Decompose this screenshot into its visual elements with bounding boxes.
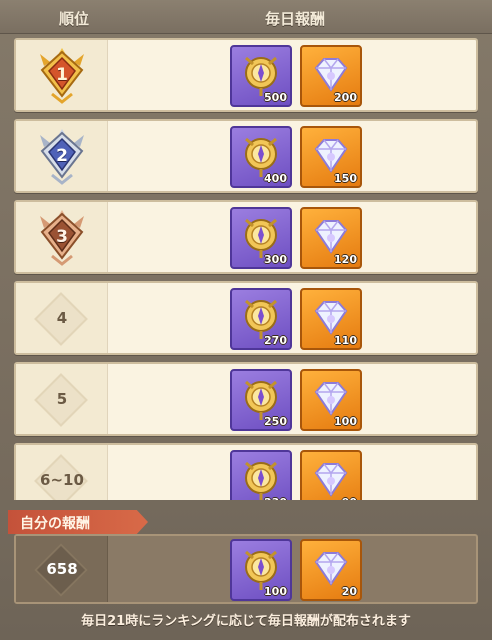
diamond-gem-item[interactable]: 200: [300, 45, 362, 107]
reward-row-rank-6-10: 6~10 230 90: [14, 443, 478, 500]
compass-token-item[interactable]: 400: [230, 126, 292, 188]
rank-column-title: 順位: [58, 10, 89, 28]
item-quantity: 150: [334, 172, 357, 185]
rank-number: 2: [56, 146, 68, 166]
item-quantity: 250: [264, 415, 287, 428]
reward-row-rank-5: 5 250 100: [14, 362, 478, 436]
item-quantity: 200: [334, 91, 357, 104]
item-quantity: 120: [334, 253, 357, 266]
reward-row-rank-4: 4 270 110: [14, 281, 478, 355]
rank-cell: 5: [16, 364, 108, 434]
item-quantity: 270: [264, 334, 287, 347]
rank-cell: 658: [16, 536, 108, 602]
item-quantity: 400: [264, 172, 287, 185]
my-reward-label-ribbon: 自分の報酬: [8, 510, 148, 534]
rank-number: 5: [56, 390, 68, 408]
diamond-gem-item[interactable]: 120: [300, 207, 362, 269]
reward-column-title: 毎日報酬: [264, 10, 325, 28]
diamond-gem-item[interactable]: 100: [300, 369, 362, 431]
rank-cell: 6~10: [16, 445, 108, 500]
rank-number: 1: [56, 65, 68, 85]
diamond-gem-item[interactable]: 150: [300, 126, 362, 188]
compass-token-item[interactable]: 100: [230, 539, 292, 601]
rank-cell: 4: [16, 283, 108, 353]
item-quantity: 100: [264, 585, 287, 598]
compass-token-item[interactable]: 250: [230, 369, 292, 431]
diamond-gem-item[interactable]: 90: [300, 450, 362, 500]
item-quantity: 90: [342, 496, 357, 500]
my-rank-number: 658: [46, 560, 78, 578]
column-header: 順位 毎日報酬: [0, 0, 492, 34]
compass-token-item[interactable]: 300: [230, 207, 292, 269]
compass-token-item[interactable]: 230: [230, 450, 292, 500]
diamond-gem-icon: [314, 463, 348, 497]
item-quantity: 230: [264, 496, 287, 500]
rank-number: 3: [56, 227, 68, 247]
reward-list[interactable]: 1 500 200 2 400 150 3 300 120 4 270 110 …: [0, 34, 492, 500]
item-quantity: 100: [334, 415, 357, 428]
rank-cell: 2: [16, 121, 108, 191]
item-quantity: 500: [264, 91, 287, 104]
reward-row-rank-3: 3 300 120: [14, 200, 478, 274]
item-quantity: 300: [264, 253, 287, 266]
item-quantity: 110: [334, 334, 357, 347]
reward-row-rank-1: 1 500 200: [14, 38, 478, 112]
distribution-note: 毎日21時にランキングに応じて毎日報酬が配布されます: [81, 614, 411, 629]
reward-row-rank-2: 2 400 150: [14, 119, 478, 193]
item-quantity: 20: [341, 585, 357, 598]
my-reward-row: 658 100 20: [14, 534, 478, 604]
diamond-gem-item[interactable]: 110: [300, 288, 362, 350]
my-reward-label: 自分の報酬: [20, 516, 90, 532]
diamond-gem-item[interactable]: 20: [300, 539, 362, 601]
rank-cell: 1: [16, 40, 108, 110]
rank-number: 6~10: [40, 471, 84, 489]
compass-token-item[interactable]: 500: [230, 45, 292, 107]
rank-cell: 3: [16, 202, 108, 272]
daily-ranking-reward-panel: 順位 毎日報酬 1 500 200 2 400 150 3 300 120 4 …: [0, 0, 492, 640]
rank-number: 4: [56, 309, 68, 327]
compass-token-item[interactable]: 270: [230, 288, 292, 350]
compass-token-icon: [245, 461, 277, 500]
